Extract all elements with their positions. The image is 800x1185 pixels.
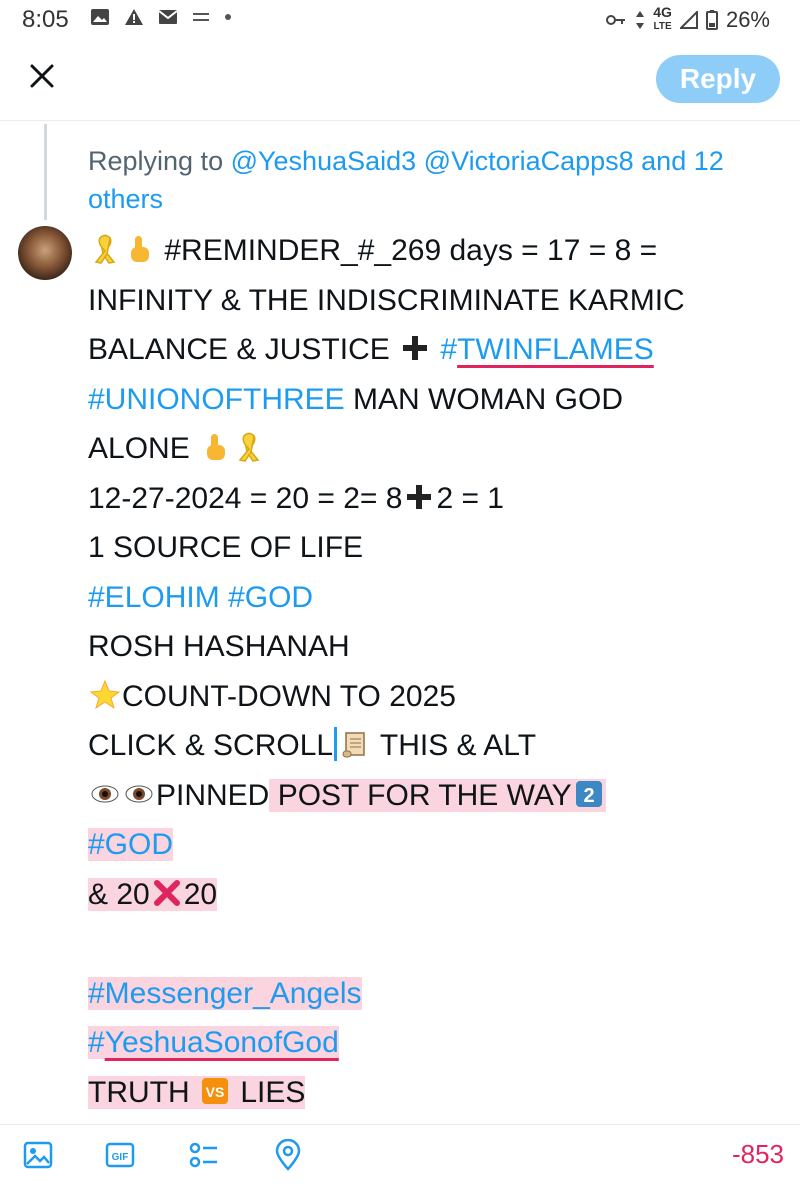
mail-notification-icon — [158, 10, 178, 24]
post-text: ROSH HASHANAH — [88, 630, 350, 663]
vpn-key-icon — [606, 14, 626, 25]
post-line: 1 SOURCE OF LIFE — [88, 523, 788, 573]
post-line: #REMINDER_#_269 days = 17 = 8 = — [88, 226, 788, 276]
post-line: & 20 20 — [88, 870, 788, 920]
poll-icon[interactable] — [188, 1139, 220, 1171]
post-line: COUNT-DOWN TO 2025 — [88, 672, 788, 722]
text-cursor — [334, 727, 338, 761]
post-line: TRUTH VS LIES — [88, 1068, 788, 1118]
post-text: THIS & ALT — [372, 729, 537, 762]
post-line: #YeshuaSonofGod — [88, 1018, 788, 1068]
replying-to-prefix: Replying to — [88, 146, 231, 176]
plus-icon — [407, 484, 432, 509]
data-arrows-icon — [636, 10, 645, 29]
network-type: 4G LTE — [653, 4, 672, 32]
post-text: PINNED — [156, 778, 270, 812]
hashtag-unionofthree[interactable]: #UNIONOFTHREE — [88, 383, 345, 416]
svg-text:2: 2 — [583, 785, 594, 807]
glowing-star-icon — [90, 679, 120, 709]
compose-toolbar: GIF -853 — [0, 1124, 800, 1185]
avatar[interactable] — [18, 226, 72, 280]
post-text: 2 = 1 — [436, 481, 504, 515]
post-text: ALONE — [88, 432, 199, 465]
post-text: MAN WOMAN GOD — [344, 382, 624, 416]
overflow-highlight: & 20 20 — [88, 877, 218, 911]
status-notification-icons — [90, 8, 232, 26]
post-line: ROSH HASHANAH — [88, 622, 788, 672]
battery-percent: 26% — [725, 6, 770, 32]
post-line: INFINITY & THE INDISCRIMINATE KARMIC — [88, 276, 788, 326]
post-text: COUNT-DOWN TO 2025 — [122, 679, 456, 713]
overflow-highlight: POST FOR THE WAY 2 — [269, 778, 606, 812]
hashtag-messenger-angels[interactable]: #Messenger_Angels — [88, 976, 362, 1010]
replying-to: Replying to @YeshuaSaid3 @VictoriaCapps8… — [88, 142, 788, 218]
location-icon[interactable] — [272, 1139, 304, 1171]
post-text: INFINITY & THE INDISCRIMINATE KARMIC — [88, 283, 685, 317]
post-text: BALANCE & JUSTICE — [88, 333, 399, 366]
character-counter: -853 — [731, 1139, 784, 1169]
compose-textarea[interactable]: #REMINDER_#_269 days = 17 = 8 = INFINITY… — [88, 226, 788, 1117]
post-line: PINNED POST FOR THE WAY 2 — [88, 771, 788, 821]
hashtag-elohim[interactable]: #ELOHIM — [88, 581, 220, 614]
hashtag-god[interactable]: #GOD — [88, 828, 174, 861]
equals-notification-icon — [193, 13, 209, 21]
post-line: #ELOHIM #GOD — [88, 573, 788, 623]
pointing-up-icon — [131, 236, 149, 262]
status-bar: 8:05 4G LTE 26% — [0, 0, 800, 38]
post-line: ALONE — [88, 424, 788, 474]
keycap-two-icon: 2 — [575, 780, 602, 807]
replying-to-mentions-cont[interactable]: others — [88, 184, 163, 214]
compose-header: Reply — [0, 38, 800, 120]
post-text: 12-27-2024 = 20 = 2= 8 — [88, 481, 403, 515]
warning-notification-icon — [125, 9, 143, 25]
post-line: 12-27-2024 = 20 = 2= 8 2 = 1 — [88, 474, 788, 524]
pointing-up-icon — [207, 434, 226, 460]
hashtag-yeshuasonofgod[interactable]: #YeshuaSonofGod — [88, 1026, 339, 1059]
status-time: 8:05 — [22, 6, 69, 33]
yellow-ribbon-icon — [94, 234, 116, 264]
image-icon[interactable] — [22, 1139, 54, 1171]
scroll-icon — [342, 732, 365, 758]
post-line: #GOD — [88, 820, 788, 870]
post-line: CLICK & SCROLL THIS & ALT — [88, 721, 788, 771]
status-system-icons: 4G LTE 26% — [605, 4, 770, 33]
post-line: #Messenger_Angels — [88, 969, 788, 1019]
eye-icon — [125, 785, 153, 802]
reply-button[interactable]: Reply — [656, 55, 780, 103]
header-divider — [0, 120, 800, 121]
battery-icon — [705, 9, 718, 30]
replying-to-mentions[interactable]: @YeshuaSaid3 @VictoriaCapps8 and 12 — [231, 146, 724, 176]
dot-notification-icon — [225, 14, 231, 20]
post-line: BALANCE & JUSTICE #TWINFLAMES — [88, 325, 788, 375]
versus-icon: VS — [201, 1077, 228, 1104]
svg-text:VS: VS — [206, 1084, 225, 1100]
signal-icon — [679, 10, 698, 29]
post-line: #UNIONOFTHREE MAN WOMAN GOD — [88, 375, 788, 425]
thread-connector-line — [44, 124, 47, 220]
close-icon[interactable] — [26, 60, 58, 92]
gif-icon[interactable]: GIF — [104, 1139, 136, 1171]
plus-icon — [403, 336, 428, 360]
post-text: #REMINDER_#_269 days = 17 = 8 = — [164, 234, 658, 267]
gallery-notification-icon — [91, 9, 109, 25]
overflow-highlight: TRUTH VS LIES — [88, 1075, 306, 1109]
hashtag-god[interactable]: #GOD — [228, 581, 313, 614]
hashtag-twinflames[interactable]: #TWINFLAMES — [440, 333, 653, 366]
cross-mark-icon — [153, 879, 180, 906]
eye-icon — [91, 785, 119, 802]
yellow-ribbon-icon — [238, 432, 260, 462]
svg-text:GIF: GIF — [112, 1152, 129, 1163]
post-text: CLICK & SCROLL — [88, 729, 334, 762]
post-text: 1 SOURCE OF LIFE — [88, 531, 364, 564]
